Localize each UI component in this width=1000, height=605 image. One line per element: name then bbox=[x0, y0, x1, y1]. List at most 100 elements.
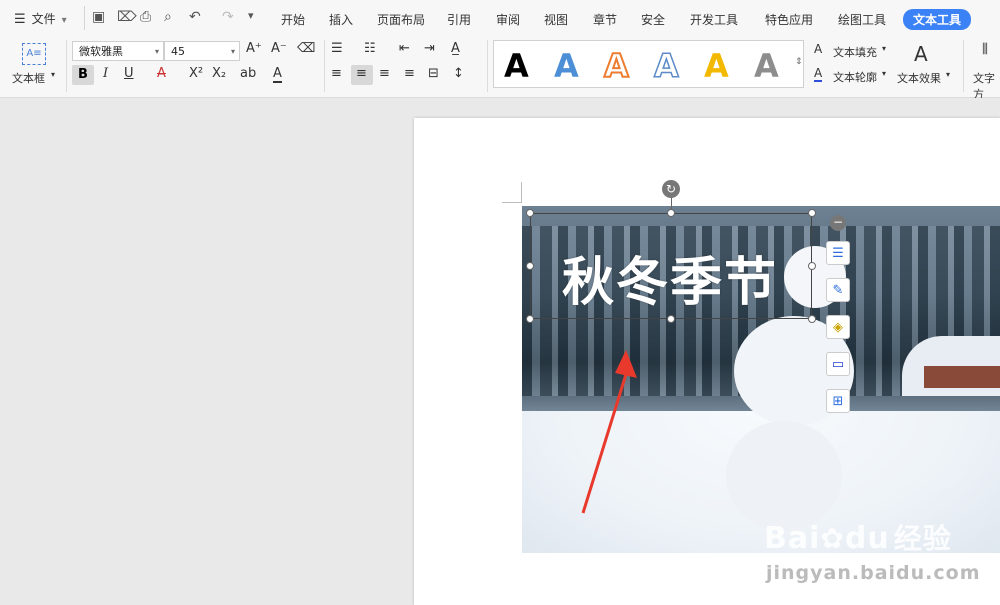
font-name-select[interactable]: 微软雅黑 ▾ bbox=[72, 41, 164, 61]
font-name-value: 微软雅黑 bbox=[79, 45, 123, 58]
resize-handle-bl[interactable] bbox=[526, 315, 534, 323]
text-direction-group-icon[interactable]: ⫼ bbox=[982, 42, 988, 57]
text-effect-button[interactable]: 文本效果 bbox=[897, 70, 941, 86]
watermark-cn: 经验 bbox=[893, 522, 952, 555]
divider bbox=[963, 40, 964, 92]
gallery-more-icon[interactable]: ⇕ bbox=[795, 57, 803, 67]
style-black-a[interactable]: A bbox=[504, 47, 529, 85]
format-painter-icon[interactable]: ⌦ bbox=[117, 9, 137, 25]
chevron-down-icon: ▾ bbox=[882, 44, 887, 53]
subscript-button[interactable]: X₂ bbox=[212, 66, 226, 81]
tab-home[interactable]: 开始 bbox=[281, 11, 305, 28]
watermark-brand: Bai bbox=[764, 521, 821, 556]
fill-icon[interactable]: ◈ bbox=[826, 315, 850, 339]
layout-options-icon[interactable]: ☰ bbox=[826, 241, 850, 265]
tab-references[interactable]: 引用 bbox=[447, 11, 471, 28]
style-blue-a[interactable]: A bbox=[554, 47, 579, 85]
more-options-icon[interactable]: ⊞ bbox=[826, 389, 850, 413]
text-fill-icon[interactable]: A bbox=[814, 42, 822, 56]
tab-insert[interactable]: 插入 bbox=[329, 11, 353, 28]
tab-view[interactable]: 视图 bbox=[544, 11, 568, 28]
title-text[interactable]: 秋冬季节 bbox=[562, 240, 778, 315]
print-preview-icon[interactable]: ⌕ bbox=[164, 9, 172, 25]
underline-button[interactable]: U bbox=[124, 66, 134, 81]
tab-chapter[interactable]: 章节 bbox=[593, 11, 617, 28]
align-left-icon[interactable]: ≡ bbox=[331, 66, 342, 81]
justify-icon[interactable]: ≡ bbox=[404, 66, 415, 81]
resize-handle-mr[interactable] bbox=[808, 262, 816, 270]
resize-handle-tc[interactable] bbox=[667, 209, 675, 217]
italic-button[interactable]: I bbox=[103, 66, 108, 81]
menu-bar: ☰ 文件 ▾ ▣ ⌦ ⎙ ⌕ ↶ ↷ ▾ 开始 插入 页面布局 引用 审阅 视图 章… bbox=[0, 0, 1000, 37]
font-size-select[interactable]: 45 ▾ bbox=[164, 41, 240, 61]
bold-button[interactable]: B bbox=[72, 65, 94, 85]
style-orange-outline-a[interactable]: A bbox=[603, 46, 630, 86]
save-icon[interactable]: ▣ bbox=[92, 9, 105, 25]
line-spacing-icon[interactable]: ↕ bbox=[453, 66, 464, 81]
text-fill-button[interactable]: 文本填充 bbox=[833, 44, 877, 60]
text-outline-button[interactable]: 文本轮廓 bbox=[833, 69, 877, 85]
text-direction-icon[interactable]: A̲ bbox=[451, 41, 460, 56]
numbering-icon[interactable]: ☷ bbox=[364, 41, 376, 56]
divider bbox=[487, 40, 488, 92]
redo-icon[interactable]: ↷ bbox=[222, 9, 234, 25]
red-arrow-icon bbox=[581, 350, 637, 514]
resize-handle-bc[interactable] bbox=[667, 315, 675, 323]
align-right-icon[interactable]: ≡ bbox=[379, 66, 390, 81]
menu-icon: ☰ bbox=[14, 12, 26, 27]
customize-icon[interactable]: ▾ bbox=[248, 9, 254, 22]
cabin-wall bbox=[924, 366, 1000, 388]
increase-indent-icon[interactable]: ⇥ bbox=[424, 41, 435, 56]
textbox-button[interactable]: 文本框 bbox=[12, 70, 45, 86]
watermark-brand2: du bbox=[844, 521, 890, 556]
file-menu[interactable]: ☰ 文件 ▾ bbox=[14, 10, 67, 27]
watermark-logo: Bai✿du 经验 bbox=[764, 517, 952, 557]
chevron-down-icon: ▾ bbox=[882, 69, 887, 78]
file-menu-label: 文件 bbox=[31, 12, 56, 26]
decrease-indent-icon[interactable]: ⇤ bbox=[399, 41, 410, 56]
paw-icon: ✿ bbox=[820, 522, 845, 555]
strikethrough-button[interactable]: A bbox=[157, 66, 166, 81]
clear-format-icon[interactable]: ⌫ bbox=[297, 41, 315, 56]
align-center-icon: ≡ bbox=[356, 66, 367, 81]
tab-review[interactable]: 审阅 bbox=[496, 11, 520, 28]
snowman-base bbox=[726, 421, 842, 531]
grow-font-icon[interactable]: A⁺ bbox=[246, 41, 262, 56]
text-outline-icon[interactable]: A bbox=[814, 66, 823, 82]
chevron-down-icon: ▾ bbox=[946, 70, 951, 79]
resize-handle-tl[interactable] bbox=[526, 209, 534, 217]
chevron-down-icon: ▾ bbox=[51, 70, 56, 79]
style-gray-a[interactable]: A bbox=[754, 47, 779, 85]
text-style-gallery: A A A A A A bbox=[493, 40, 804, 88]
tab-special-apps[interactable]: 特色应用 bbox=[765, 11, 813, 28]
shrink-font-icon[interactable]: A⁻ bbox=[271, 41, 287, 56]
textbox-icon[interactable]: A≡ bbox=[22, 43, 46, 65]
margin-marker bbox=[521, 182, 522, 202]
print-icon[interactable]: ⎙ bbox=[140, 9, 151, 25]
tab-text-tools[interactable]: 文本工具 bbox=[903, 9, 972, 30]
outline-icon[interactable]: ▭ bbox=[826, 352, 850, 376]
phonetic-icon[interactable]: ab bbox=[240, 66, 256, 81]
undo-icon[interactable]: ↶ bbox=[189, 9, 201, 25]
distributed-icon[interactable]: ⊟ bbox=[428, 66, 439, 81]
superscript-button[interactable]: X² bbox=[189, 66, 203, 81]
resize-handle-ml[interactable] bbox=[526, 262, 534, 270]
tab-developer[interactable]: 开发工具 bbox=[690, 11, 738, 28]
chevron-down-icon: ▾ bbox=[154, 47, 159, 56]
resize-handle-tr[interactable] bbox=[808, 209, 816, 217]
resize-handle-br[interactable] bbox=[808, 315, 816, 323]
rotate-handle-icon[interactable]: ↻ bbox=[662, 180, 680, 198]
bullets-icon[interactable]: ☰ bbox=[331, 41, 343, 56]
tab-page-layout[interactable]: 页面布局 bbox=[377, 11, 425, 28]
divider bbox=[66, 40, 67, 92]
style-blue-outline-a[interactable]: A bbox=[653, 46, 679, 86]
chevron-down-icon: ▾ bbox=[61, 15, 67, 26]
pen-icon[interactable]: ✎ bbox=[826, 278, 850, 302]
font-color-icon[interactable]: A bbox=[273, 66, 282, 83]
divider bbox=[324, 40, 325, 92]
text-effect-icon[interactable]: A bbox=[914, 42, 928, 66]
tab-security[interactable]: 安全 bbox=[641, 11, 665, 28]
tab-drawing-tools[interactable]: 绘图工具 bbox=[838, 11, 886, 28]
style-gold-a[interactable]: A bbox=[704, 47, 729, 85]
collapse-icon[interactable]: − bbox=[830, 215, 846, 231]
